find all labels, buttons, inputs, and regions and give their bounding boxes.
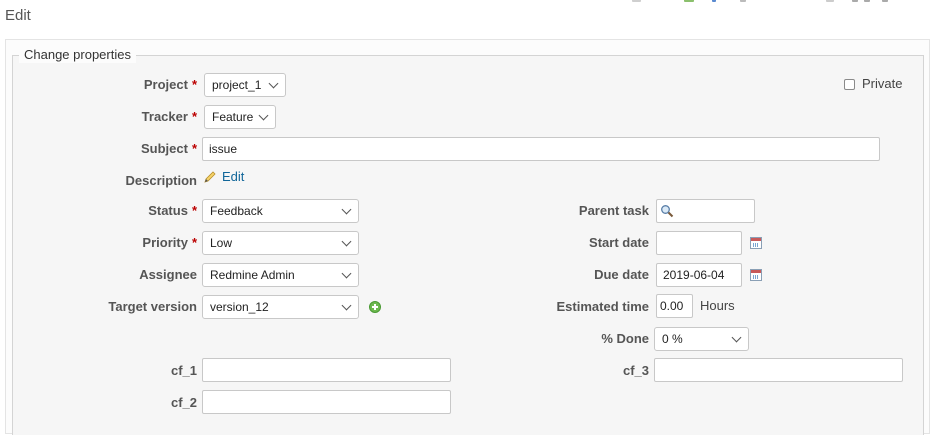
search-icon: [661, 205, 674, 218]
status-label: Status *: [148, 203, 197, 218]
required-marker: *: [191, 77, 197, 92]
description-edit-link[interactable]: Edit: [222, 169, 244, 184]
hours-unit: Hours: [700, 298, 735, 313]
parent-task-label: Parent task: [578, 203, 649, 218]
cf-3-label: cf_3: [622, 363, 649, 378]
add-version-icon[interactable]: [369, 301, 381, 313]
assignee-label: Assignee: [139, 267, 197, 282]
toolbar-icon[interactable]: [826, 0, 834, 2]
private-label: Private: [862, 76, 903, 91]
tracker-select[interactable]: Feature: [204, 105, 276, 129]
priority-label: Priority *: [142, 235, 197, 250]
status-select[interactable]: Feedback: [202, 199, 359, 223]
cf-1-input[interactable]: [202, 358, 451, 382]
due-date-input[interactable]: [656, 263, 742, 287]
project-select[interactable]: project_1: [204, 73, 286, 97]
pencil-icon[interactable]: [203, 170, 217, 184]
subject-input[interactable]: [202, 137, 880, 161]
cf-3-input[interactable]: [654, 358, 903, 382]
done-ratio-label: % Done: [601, 331, 649, 346]
required-marker: *: [191, 109, 197, 124]
chevron-down-icon: [341, 236, 352, 247]
target-version-label: Target version: [108, 299, 197, 314]
fieldset-legend: Change properties: [19, 46, 136, 63]
calendar-icon[interactable]: [750, 237, 762, 249]
cf-2-label: cf_2: [170, 395, 197, 410]
toolbar-icon[interactable]: [740, 0, 746, 2]
toolbar-icon[interactable]: [882, 0, 888, 2]
start-date-input[interactable]: [656, 231, 742, 255]
toolbar-icon[interactable]: [684, 0, 694, 2]
toolbar-icon[interactable]: [632, 0, 641, 2]
chevron-down-icon: [268, 78, 279, 89]
estimated-time-input[interactable]: [656, 294, 693, 318]
required-marker: *: [191, 141, 197, 156]
priority-select[interactable]: Low: [202, 231, 359, 255]
calendar-icon[interactable]: [750, 269, 762, 281]
estimated-time-label: Estimated time: [556, 299, 649, 314]
private-checkbox[interactable]: [844, 79, 855, 90]
required-marker: *: [191, 203, 197, 218]
project-label: Project *: [143, 77, 197, 92]
cf-1-label: cf_1: [170, 363, 197, 378]
cf-2-input[interactable]: [202, 390, 451, 414]
toolbar-icon[interactable]: [864, 0, 870, 2]
description-label: Description: [125, 173, 197, 188]
target-version-select[interactable]: version_12: [202, 295, 359, 319]
done-ratio-select[interactable]: 0 %: [654, 327, 749, 351]
chevron-down-icon: [258, 110, 269, 121]
required-marker: *: [191, 235, 197, 250]
page-title: Edit: [5, 7, 31, 24]
chevron-down-icon: [341, 300, 352, 311]
toolbar-icon[interactable]: [852, 0, 858, 2]
chevron-down-icon: [341, 204, 352, 215]
chevron-down-icon: [341, 268, 352, 279]
assignee-select[interactable]: Redmine Admin: [202, 263, 359, 287]
due-date-label: Due date: [594, 267, 649, 282]
subject-label: Subject *: [140, 141, 197, 156]
toolbar-icon[interactable]: [712, 0, 716, 2]
parent-task-input[interactable]: [656, 199, 755, 223]
start-date-label: Start date: [589, 235, 649, 250]
chevron-down-icon: [731, 332, 742, 343]
tracker-label: Tracker *: [141, 109, 197, 124]
